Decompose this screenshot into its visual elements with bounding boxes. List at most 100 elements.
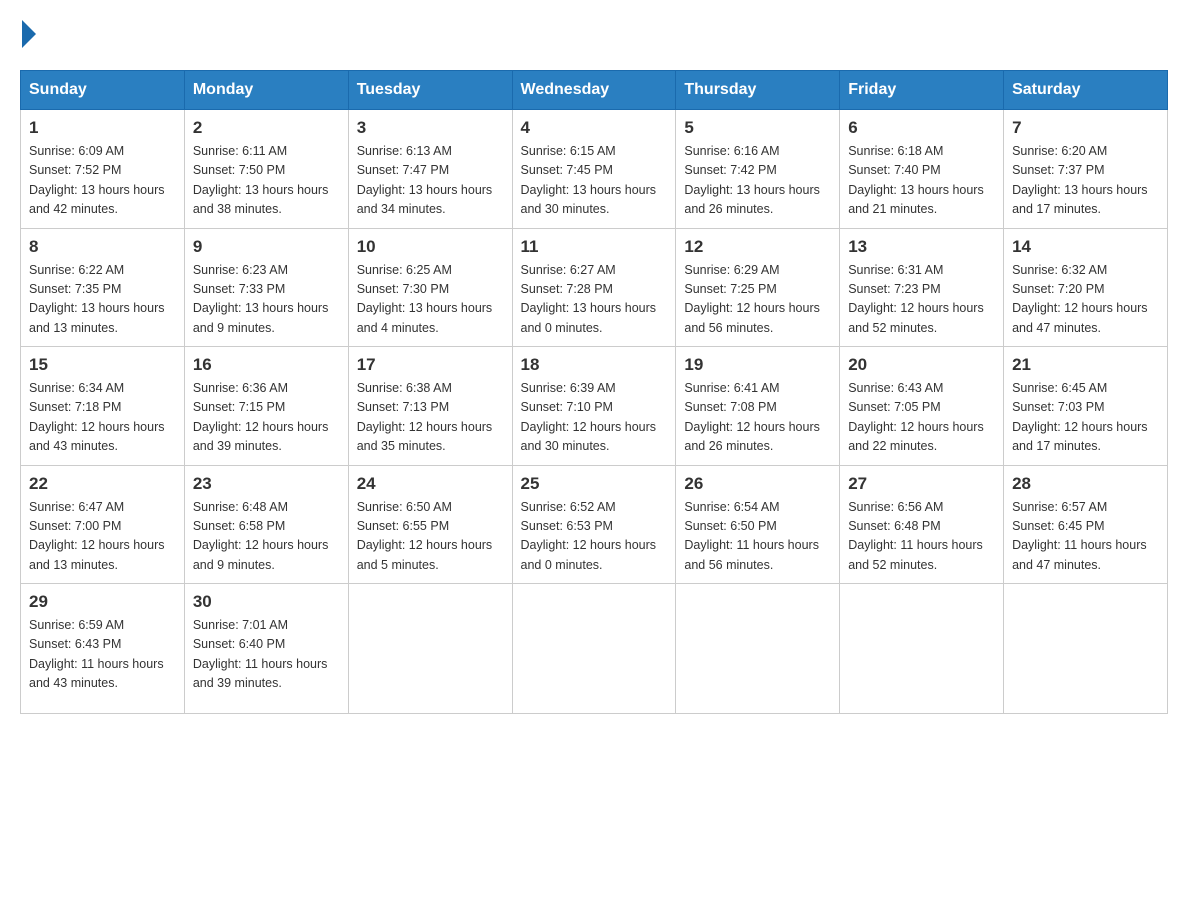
calendar-table: SundayMondayTuesdayWednesdayThursdayFrid…: [20, 70, 1168, 714]
calendar-day-header: Friday: [840, 71, 1004, 110]
day-info: Sunrise: 6:43 AMSunset: 7:05 PMDaylight:…: [848, 381, 984, 453]
day-number: 14: [1012, 237, 1159, 257]
day-info: Sunrise: 6:29 AMSunset: 7:25 PMDaylight:…: [684, 263, 820, 335]
calendar-day-cell: 3 Sunrise: 6:13 AMSunset: 7:47 PMDayligh…: [348, 110, 512, 229]
day-number: 11: [521, 237, 668, 257]
day-info: Sunrise: 7:01 AMSunset: 6:40 PMDaylight:…: [193, 618, 328, 690]
day-info: Sunrise: 6:25 AMSunset: 7:30 PMDaylight:…: [357, 263, 493, 335]
page-header: [20, 20, 1168, 50]
calendar-week-row: 8 Sunrise: 6:22 AMSunset: 7:35 PMDayligh…: [21, 228, 1168, 347]
day-info: Sunrise: 6:38 AMSunset: 7:13 PMDaylight:…: [357, 381, 493, 453]
day-info: Sunrise: 6:41 AMSunset: 7:08 PMDaylight:…: [684, 381, 820, 453]
calendar-day-cell: 24 Sunrise: 6:50 AMSunset: 6:55 PMDaylig…: [348, 465, 512, 584]
day-info: Sunrise: 6:47 AMSunset: 7:00 PMDaylight:…: [29, 500, 165, 572]
day-info: Sunrise: 6:54 AMSunset: 6:50 PMDaylight:…: [684, 500, 819, 572]
day-number: 6: [848, 118, 995, 138]
day-info: Sunrise: 6:32 AMSunset: 7:20 PMDaylight:…: [1012, 263, 1148, 335]
day-number: 20: [848, 355, 995, 375]
day-info: Sunrise: 6:59 AMSunset: 6:43 PMDaylight:…: [29, 618, 164, 690]
calendar-day-cell: 7 Sunrise: 6:20 AMSunset: 7:37 PMDayligh…: [1004, 110, 1168, 229]
day-number: 24: [357, 474, 504, 494]
calendar-day-cell: 8 Sunrise: 6:22 AMSunset: 7:35 PMDayligh…: [21, 228, 185, 347]
day-number: 15: [29, 355, 176, 375]
day-info: Sunrise: 6:39 AMSunset: 7:10 PMDaylight:…: [521, 381, 657, 453]
day-number: 5: [684, 118, 831, 138]
day-info: Sunrise: 6:48 AMSunset: 6:58 PMDaylight:…: [193, 500, 329, 572]
calendar-day-cell: 28 Sunrise: 6:57 AMSunset: 6:45 PMDaylig…: [1004, 465, 1168, 584]
day-number: 9: [193, 237, 340, 257]
logo: [20, 20, 36, 50]
calendar-day-cell: 13 Sunrise: 6:31 AMSunset: 7:23 PMDaylig…: [840, 228, 1004, 347]
calendar-day-header: Tuesday: [348, 71, 512, 110]
day-number: 13: [848, 237, 995, 257]
day-number: 16: [193, 355, 340, 375]
day-info: Sunrise: 6:22 AMSunset: 7:35 PMDaylight:…: [29, 263, 165, 335]
calendar-week-row: 29 Sunrise: 6:59 AMSunset: 6:43 PMDaylig…: [21, 584, 1168, 714]
logo-arrow-icon: [22, 20, 36, 48]
calendar-day-cell: 18 Sunrise: 6:39 AMSunset: 7:10 PMDaylig…: [512, 347, 676, 466]
day-number: 4: [521, 118, 668, 138]
calendar-day-cell: 19 Sunrise: 6:41 AMSunset: 7:08 PMDaylig…: [676, 347, 840, 466]
day-number: 12: [684, 237, 831, 257]
day-number: 26: [684, 474, 831, 494]
day-number: 18: [521, 355, 668, 375]
day-number: 25: [521, 474, 668, 494]
day-number: 3: [357, 118, 504, 138]
calendar-week-row: 22 Sunrise: 6:47 AMSunset: 7:00 PMDaylig…: [21, 465, 1168, 584]
calendar-day-cell: 22 Sunrise: 6:47 AMSunset: 7:00 PMDaylig…: [21, 465, 185, 584]
day-number: 2: [193, 118, 340, 138]
calendar-day-cell: 11 Sunrise: 6:27 AMSunset: 7:28 PMDaylig…: [512, 228, 676, 347]
calendar-day-cell: 14 Sunrise: 6:32 AMSunset: 7:20 PMDaylig…: [1004, 228, 1168, 347]
day-info: Sunrise: 6:18 AMSunset: 7:40 PMDaylight:…: [848, 144, 984, 216]
day-info: Sunrise: 6:11 AMSunset: 7:50 PMDaylight:…: [193, 144, 329, 216]
day-info: Sunrise: 6:20 AMSunset: 7:37 PMDaylight:…: [1012, 144, 1148, 216]
day-info: Sunrise: 6:57 AMSunset: 6:45 PMDaylight:…: [1012, 500, 1147, 572]
calendar-day-cell: 29 Sunrise: 6:59 AMSunset: 6:43 PMDaylig…: [21, 584, 185, 714]
day-info: Sunrise: 6:09 AMSunset: 7:52 PMDaylight:…: [29, 144, 165, 216]
day-info: Sunrise: 6:13 AMSunset: 7:47 PMDaylight:…: [357, 144, 493, 216]
calendar-day-header: Wednesday: [512, 71, 676, 110]
day-number: 27: [848, 474, 995, 494]
calendar-day-header: Saturday: [1004, 71, 1168, 110]
day-info: Sunrise: 6:23 AMSunset: 7:33 PMDaylight:…: [193, 263, 329, 335]
calendar-day-cell: 15 Sunrise: 6:34 AMSunset: 7:18 PMDaylig…: [21, 347, 185, 466]
day-number: 23: [193, 474, 340, 494]
day-info: Sunrise: 6:45 AMSunset: 7:03 PMDaylight:…: [1012, 381, 1148, 453]
day-info: Sunrise: 6:34 AMSunset: 7:18 PMDaylight:…: [29, 381, 165, 453]
day-number: 8: [29, 237, 176, 257]
calendar-day-cell: 4 Sunrise: 6:15 AMSunset: 7:45 PMDayligh…: [512, 110, 676, 229]
calendar-week-row: 1 Sunrise: 6:09 AMSunset: 7:52 PMDayligh…: [21, 110, 1168, 229]
day-info: Sunrise: 6:31 AMSunset: 7:23 PMDaylight:…: [848, 263, 984, 335]
calendar-day-cell: 27 Sunrise: 6:56 AMSunset: 6:48 PMDaylig…: [840, 465, 1004, 584]
calendar-day-cell: [512, 584, 676, 714]
calendar-day-header: Thursday: [676, 71, 840, 110]
day-info: Sunrise: 6:16 AMSunset: 7:42 PMDaylight:…: [684, 144, 820, 216]
calendar-day-cell: [676, 584, 840, 714]
day-number: 30: [193, 592, 340, 612]
day-number: 19: [684, 355, 831, 375]
calendar-day-cell: 21 Sunrise: 6:45 AMSunset: 7:03 PMDaylig…: [1004, 347, 1168, 466]
calendar-day-cell: 5 Sunrise: 6:16 AMSunset: 7:42 PMDayligh…: [676, 110, 840, 229]
calendar-day-header: Sunday: [21, 71, 185, 110]
calendar-day-cell: [348, 584, 512, 714]
calendar-day-header: Monday: [184, 71, 348, 110]
calendar-day-cell: [1004, 584, 1168, 714]
calendar-day-cell: 10 Sunrise: 6:25 AMSunset: 7:30 PMDaylig…: [348, 228, 512, 347]
calendar-day-cell: 6 Sunrise: 6:18 AMSunset: 7:40 PMDayligh…: [840, 110, 1004, 229]
day-number: 28: [1012, 474, 1159, 494]
calendar-header-row: SundayMondayTuesdayWednesdayThursdayFrid…: [21, 71, 1168, 110]
calendar-day-cell: 2 Sunrise: 6:11 AMSunset: 7:50 PMDayligh…: [184, 110, 348, 229]
day-number: 21: [1012, 355, 1159, 375]
day-info: Sunrise: 6:50 AMSunset: 6:55 PMDaylight:…: [357, 500, 493, 572]
day-info: Sunrise: 6:15 AMSunset: 7:45 PMDaylight:…: [521, 144, 657, 216]
calendar-day-cell: 25 Sunrise: 6:52 AMSunset: 6:53 PMDaylig…: [512, 465, 676, 584]
day-number: 10: [357, 237, 504, 257]
day-info: Sunrise: 6:56 AMSunset: 6:48 PMDaylight:…: [848, 500, 983, 572]
calendar-week-row: 15 Sunrise: 6:34 AMSunset: 7:18 PMDaylig…: [21, 347, 1168, 466]
calendar-day-cell: 30 Sunrise: 7:01 AMSunset: 6:40 PMDaylig…: [184, 584, 348, 714]
calendar-day-cell: 23 Sunrise: 6:48 AMSunset: 6:58 PMDaylig…: [184, 465, 348, 584]
day-number: 17: [357, 355, 504, 375]
calendar-day-cell: 9 Sunrise: 6:23 AMSunset: 7:33 PMDayligh…: [184, 228, 348, 347]
calendar-day-cell: 16 Sunrise: 6:36 AMSunset: 7:15 PMDaylig…: [184, 347, 348, 466]
day-info: Sunrise: 6:27 AMSunset: 7:28 PMDaylight:…: [521, 263, 657, 335]
